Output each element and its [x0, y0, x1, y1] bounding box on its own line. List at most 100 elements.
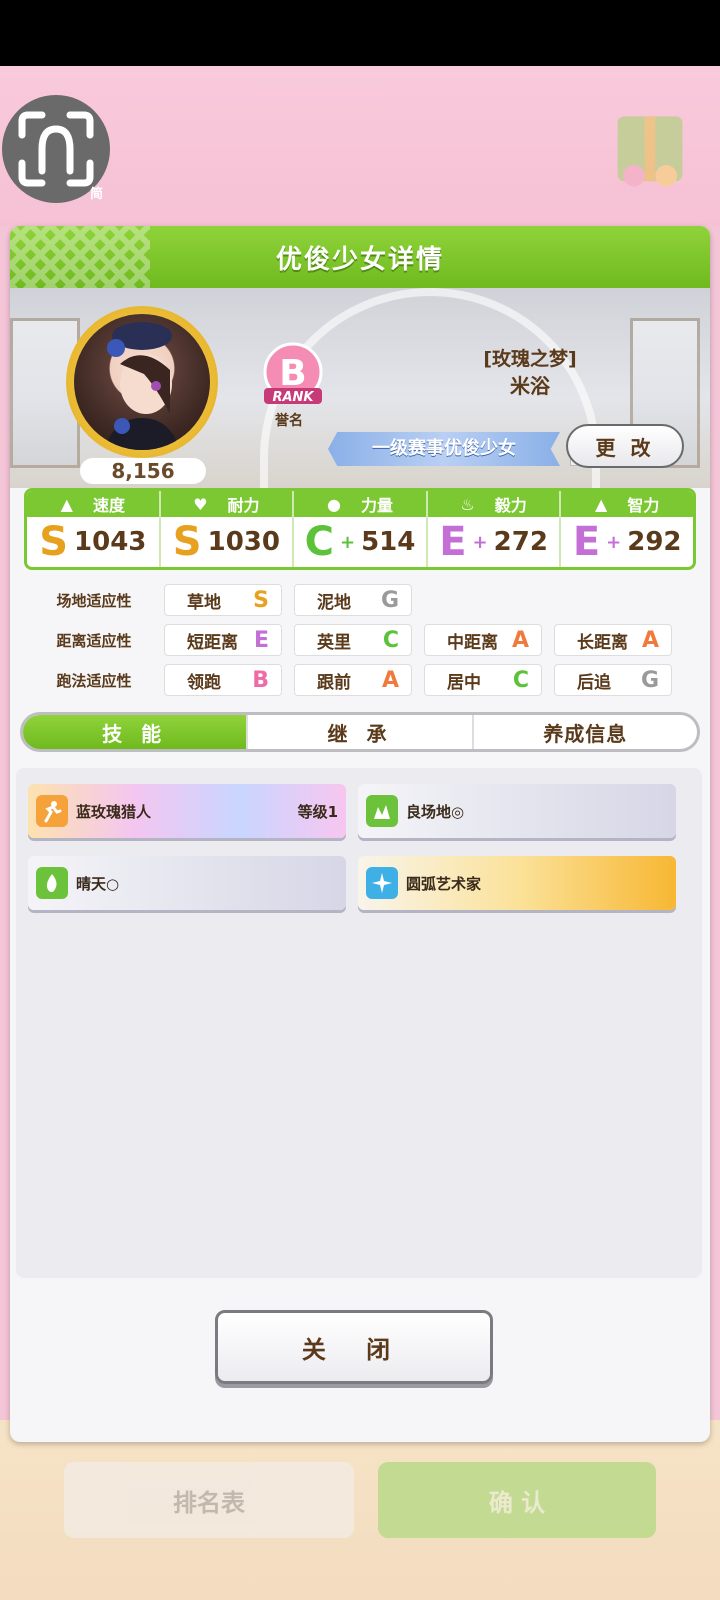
header-pattern — [10, 226, 150, 288]
stat-grade: E — [572, 519, 601, 565]
aptitude-cell: 跟前 A — [294, 664, 412, 696]
character-title: [玫瑰之梦] — [483, 348, 577, 370]
turf-icon — [366, 795, 398, 827]
skill-level: 等级1 — [297, 802, 338, 821]
stat-speed: ▲ 速度 S 1043 — [27, 491, 161, 567]
dialog-header: 优俊少女详情 — [10, 226, 710, 288]
aptitude-grade: A — [381, 667, 399, 693]
sparkle-icon — [366, 867, 398, 899]
confirm-button: 确 认 — [378, 1462, 656, 1538]
skill-item[interactable]: 良场地◎ — [358, 784, 676, 838]
fan-count: 8,156 — [80, 458, 206, 484]
scan-icon — [18, 111, 94, 187]
aptitude-cell: 居中 C — [424, 664, 542, 696]
character-portrait-icon — [104, 322, 180, 450]
skill-item[interactable]: 圆弧艺术家 — [358, 856, 676, 910]
fire-icon: ♨ — [460, 494, 475, 514]
stat-label: 速度 — [92, 496, 125, 515]
stat-label: 智力 — [627, 496, 660, 515]
grade-plus: + — [339, 531, 356, 553]
skill-item[interactable]: 晴天○ — [28, 856, 346, 910]
aptitude-grade: G — [380, 587, 399, 613]
aptitude-row-label: 跑法适应性 — [56, 671, 132, 690]
stat-value: 1030 — [207, 527, 280, 557]
tab-skills[interactable]: 技 能 — [23, 715, 249, 749]
aptitude-grade: C — [382, 627, 399, 653]
stat-power: ● 力量 C +514 — [294, 491, 428, 567]
tab-training-info[interactable]: 养成信息 — [474, 715, 697, 749]
aptitude-grade: A — [511, 627, 529, 653]
skills-list: 蓝玫瑰猎人 等级1 良场地◎ 晴天○ 圆弧艺术家 — [16, 768, 702, 1278]
grade-plus: + — [606, 531, 622, 553]
stat-grade: S — [172, 519, 202, 565]
grade-plus: + — [472, 531, 488, 553]
aptitude-name: 短距离 — [187, 632, 238, 653]
aptitude-cell: 领跑 B — [164, 664, 282, 696]
aptitude-row-style: 跑法适应性 领跑 B 跟前 A 居中 C 后追 G — [24, 660, 696, 700]
close-button[interactable]: 关 闭 — [215, 1310, 493, 1384]
stat-value: 514 — [361, 527, 416, 557]
skill-name: 蓝玫瑰猎人 — [76, 802, 152, 821]
sun-fire-icon — [36, 867, 68, 899]
stats-panel: ▲ 速度 S 1043 ♥ 耐力 S 1030 ● 力量 C +514 ♨ 毅力 E +272 … — [24, 488, 696, 570]
rank-label: 誉名 — [275, 413, 303, 429]
aptitude-grade: C — [512, 667, 529, 693]
aptitude-grade: G — [640, 667, 659, 693]
aptitude-row-label: 距离适应性 — [56, 631, 132, 650]
svg-text:B: B — [279, 353, 306, 394]
aptitude-name: 中距离 — [447, 632, 498, 653]
stat-guts: ♨ 毅力 E +272 — [427, 491, 562, 567]
aptitude-row-distance: 距离适应性 短距离 E 英里 C 中距离 A 长距离 A — [24, 620, 696, 660]
change-button[interactable]: 更 改 — [566, 424, 684, 468]
aptitude-cell: 中距离 A — [424, 624, 542, 656]
aptitude-grade: S — [253, 587, 269, 613]
umamusume-detail-dialog: 优俊少女详情 8,156 B RANK 誉名 [玫瑰之梦] 米浴 一级赛事优俊少… — [10, 226, 710, 1442]
stat-grade: E — [439, 519, 467, 565]
stat-label: 力量 — [360, 496, 393, 515]
aptitude-name: 后追 — [577, 672, 611, 693]
detail-tabs: 技 能 继 承 养成信息 — [20, 712, 700, 752]
skill-item[interactable]: 蓝玫瑰猎人 等级1 — [28, 784, 346, 838]
status-bar — [0, 0, 720, 66]
aptitude-grade: E — [253, 627, 269, 653]
muscle-icon: ● — [326, 494, 341, 514]
aptitude-name: 草地 — [187, 592, 221, 613]
aptitude-cell: 长距离 A — [554, 624, 672, 656]
stat-value: 272 — [493, 527, 548, 557]
aptitude-grade: B — [252, 667, 269, 693]
dialog-title: 优俊少女详情 — [275, 244, 444, 275]
skill-name: 良场地◎ — [406, 802, 465, 821]
stat-label: 耐力 — [227, 496, 260, 515]
stat-value: 1043 — [74, 527, 147, 557]
character-name: 米浴 — [510, 374, 550, 398]
cap-icon: ▲ — [595, 494, 608, 514]
shoe-icon: ▲ — [60, 494, 73, 514]
skill-name: 圆弧艺术家 — [406, 874, 482, 893]
stat-value: 292 — [627, 527, 682, 557]
aptitude-name: 领跑 — [187, 672, 221, 693]
aptitude-cell: 泥地 G — [294, 584, 412, 616]
rank-badge-icon: B RANK — [263, 342, 323, 405]
svg-text:RANK: RANK — [272, 390, 314, 405]
avatar[interactable] — [74, 314, 210, 450]
runner-icon — [36, 795, 68, 827]
tab-inheritance[interactable]: 继 承 — [248, 715, 474, 749]
aptitude-name: 英里 — [317, 632, 351, 653]
aptitude-cell: 后追 G — [554, 664, 672, 696]
scan-sub-label: 简 — [90, 187, 104, 202]
aptitude-cell: 短距离 E — [164, 624, 282, 656]
skill-name: 晴天○ — [76, 874, 120, 893]
aptitude-grade: A — [641, 627, 659, 653]
aptitude-row-label: 场地适应性 — [56, 591, 132, 610]
stat-stamina: ♥ 耐力 S 1030 — [160, 491, 295, 567]
aptitude-row-track: 场地适应性 草地 S 泥地 G — [24, 580, 696, 620]
grade-title-ribbon: 一级赛事优俊少女 — [328, 432, 560, 466]
aptitude-name: 居中 — [447, 672, 481, 693]
aptitude-cell: 英里 C — [294, 624, 412, 656]
gift-decoration-icon — [617, 116, 683, 187]
aptitude-cell: 草地 S — [164, 584, 282, 616]
aptitude-name: 跟前 — [317, 672, 351, 693]
stat-grade: S — [39, 519, 69, 565]
aptitude-table: 场地适应性 草地 S 泥地 G 距离适应性 短距离 E 英里 C 中距离 A 长距离 A 跑… — [24, 580, 696, 700]
ranking-button: 排名表 — [64, 1462, 354, 1538]
